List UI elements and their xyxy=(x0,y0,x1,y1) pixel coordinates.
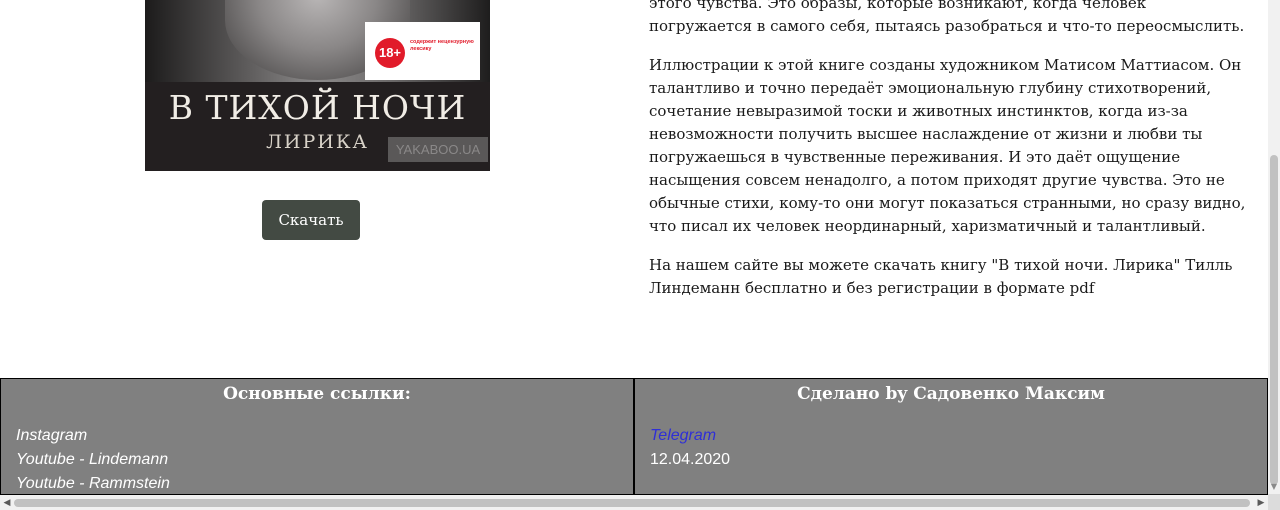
description-paragraph: Иллюстрации к этой книге созданы художни… xyxy=(649,56,1246,235)
cover-watermark: YAKABOO.UA xyxy=(388,137,488,162)
age-rating-badge: 18+ содержит нецензурную лексику xyxy=(365,22,480,80)
age-rating-note: содержит нецензурную лексику xyxy=(410,39,474,52)
cover-title: В ТИХОЙ НОЧИ xyxy=(168,88,467,127)
scrollbar-corner xyxy=(1268,494,1280,510)
footer-links-list: Instagram Youtube - Lindemann Youtube - … xyxy=(16,424,170,496)
vertical-scrollbar[interactable]: ▼ xyxy=(1268,0,1280,494)
youtube-lindemann-link[interactable]: Youtube - Lindemann xyxy=(16,448,170,472)
footer-date: 12.04.2020 xyxy=(650,451,731,468)
youtube-rammstein-link[interactable]: Youtube - Rammstein xyxy=(16,472,170,496)
instagram-link[interactable]: Instagram xyxy=(16,424,170,448)
footer-author-info: Telegram 12.04.2020 xyxy=(650,424,730,472)
footer-links-heading: Основные ссылки: xyxy=(223,384,411,404)
page-footer: Основные ссылки: Instagram Youtube - Lin… xyxy=(0,378,1268,495)
telegram-link[interactable]: Telegram xyxy=(650,424,730,448)
book-description: этого чувства. Это образы, которые возни… xyxy=(649,0,1249,316)
age-rating-label: 18+ xyxy=(375,38,405,68)
download-button[interactable]: Скачать xyxy=(262,200,360,240)
vertical-scrollbar-thumb[interactable] xyxy=(1270,155,1278,485)
footer-links-column: Основные ссылки: Instagram Youtube - Lin… xyxy=(1,379,635,494)
footer-author-heading: Сделано by Садовенко Максим xyxy=(797,384,1105,404)
description-paragraph: На нашем сайте вы можете скачать книгу "… xyxy=(649,256,1233,297)
scroll-right-arrow-icon[interactable]: ▶ xyxy=(1256,497,1266,509)
horizontal-scrollbar-thumb[interactable] xyxy=(14,499,1250,507)
scroll-down-arrow-icon[interactable]: ▼ xyxy=(1270,482,1278,492)
footer-author-column: Сделано by Садовенко Максим Telegram 12.… xyxy=(635,379,1267,494)
book-cover-image: 18+ содержит нецензурную лексику В ТИХОЙ… xyxy=(145,0,490,171)
horizontal-scrollbar[interactable]: ◀ ▶ xyxy=(0,495,1268,510)
description-paragraph: этого чувства. Это образы, которые возни… xyxy=(649,0,1245,35)
scroll-left-arrow-icon[interactable]: ◀ xyxy=(2,497,12,509)
